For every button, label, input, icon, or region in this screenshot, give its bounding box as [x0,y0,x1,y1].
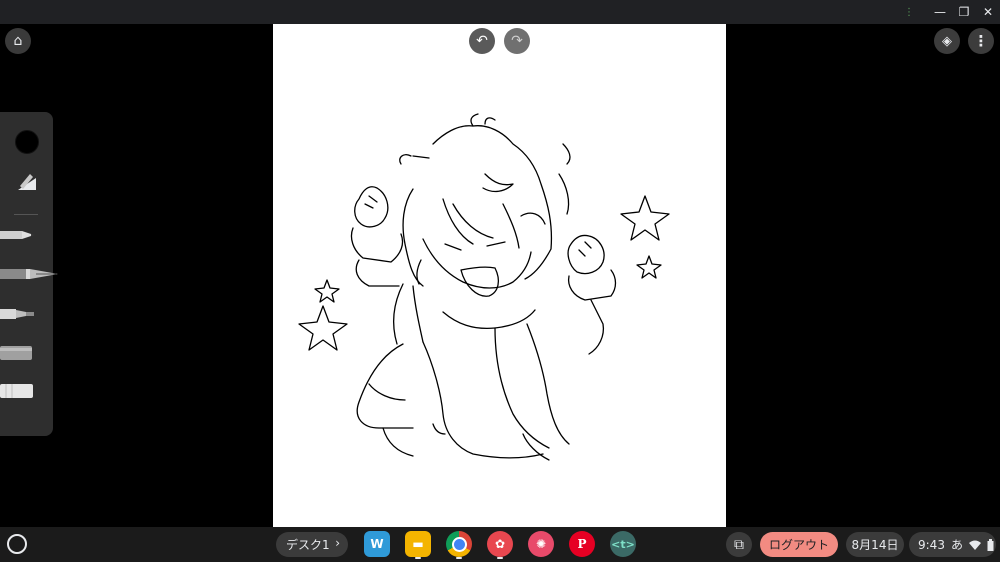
layers-icon: ◈ [942,33,952,49]
home-button[interactable]: ⌂ [5,28,31,54]
layers-button[interactable]: ◈ [934,28,960,54]
drawing-canvas[interactable] [273,24,726,527]
running-indicator [497,557,503,559]
clipboard-button[interactable]: ⧉ [726,532,752,557]
clock-label: 9:43 [918,537,945,552]
fountain-pen-tool-icon[interactable] [0,266,62,282]
date-label: 8月14日 [851,538,899,552]
ime-indicator: あ [950,538,963,552]
redo-icon: ↷ [511,33,523,49]
color-picker-button[interactable] [15,130,39,154]
running-indicator [456,557,462,559]
marker-tool-icon[interactable] [0,306,38,322]
art-app-icon: ✺ [535,537,547,551]
launcher-button[interactable] [7,534,27,554]
shelf-app-slides[interactable]: ▬ [405,531,431,557]
wifi-icon [968,540,981,550]
shelf-app-word[interactable]: W [364,531,390,557]
chrome-app-icon [451,536,467,552]
home-icon: ⌂ [13,33,23,49]
shelf-app-terminal[interactable]: <t> [610,531,636,557]
battery-icon [987,538,994,551]
shelf-app-chrome[interactable] [446,531,472,557]
clipboard-icon: ⧉ [734,536,744,553]
brush-tool-icon[interactable] [0,344,36,362]
shelf-app-art[interactable]: ✺ [528,531,554,557]
close-button[interactable]: ✕ [979,3,997,21]
paint-app-icon: ✿ [494,537,506,551]
brush-toolbar [0,112,58,436]
restore-button[interactable]: ❐ [955,3,973,21]
window-titlebar: ⋮ — ❐ ✕ [0,0,1000,24]
shelf-app-paint[interactable]: ✿ [487,531,513,557]
chevron-right-icon: › [335,536,340,550]
undo-icon: ↶ [476,33,488,49]
sketch-drawing [298,113,670,461]
redo-button[interactable]: ↷ [504,28,530,54]
toolbar-divider [14,214,38,215]
pinterest-app-icon: P [577,537,587,551]
menu-dots-icon[interactable]: ⋮ [900,3,918,21]
more-options-button[interactable]: ⋮ [968,28,994,54]
slides-app-icon: ▬ [412,537,424,551]
terminal-app-icon: <t> [611,537,635,551]
minimize-button[interactable]: — [931,3,949,21]
desk-switcher[interactable]: デスク1 › [276,532,348,557]
drawing-app: ⌂ ↶ ↷ ◈ ⋮ [0,24,1000,527]
word-app-icon: W [370,537,384,551]
desk-label: デスク1 [286,538,330,552]
brush-settings-icon[interactable] [14,168,40,194]
eraser-tool-icon[interactable] [0,382,36,400]
shelf-app-pinterest[interactable]: P [569,531,595,557]
logout-label: ログアウト [768,538,829,552]
more-icon: ⋮ [973,32,989,50]
status-area[interactable]: 9:43 あ [909,532,996,557]
system-shelf: デスク1 › W ▬ ✿ ✺ P <t> ⧉ ログアウト 8月14日 9:43 … [0,527,1000,562]
undo-button[interactable]: ↶ [469,28,495,54]
pencil-tool-icon[interactable] [0,228,38,242]
running-indicator [415,557,421,559]
date-display[interactable]: 8月14日 [846,532,904,557]
logout-button[interactable]: ログアウト [760,532,838,557]
